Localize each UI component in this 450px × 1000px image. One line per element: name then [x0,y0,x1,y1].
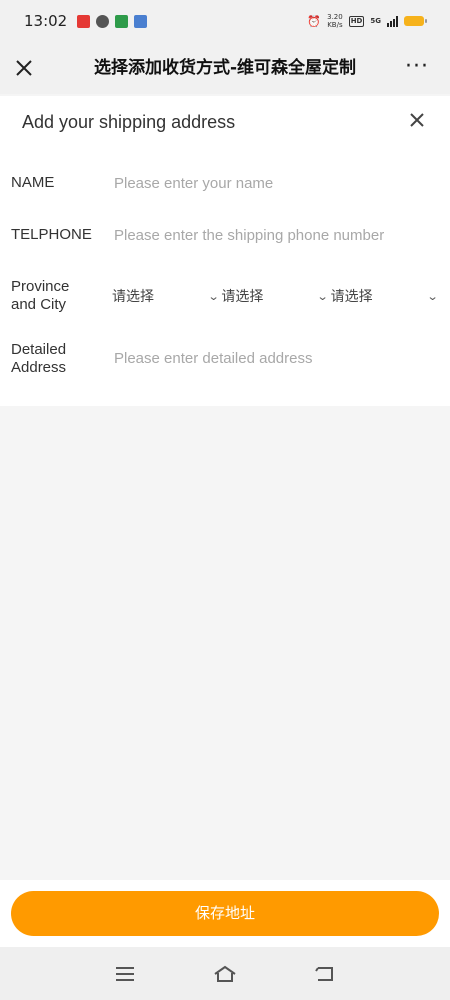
close-icon[interactable] [12,54,36,82]
phone-label: TELPHONE [11,226,92,243]
region-label-line1: Province [11,278,70,295]
status-time: 13:02 [24,12,68,30]
alarm-icon: ⏰ [307,14,322,28]
status-right: ⏰ 3.20 KB/s HD 5G [307,13,427,29]
region-label-line2: and City [11,296,67,313]
network-speed-unit: KB/s [327,21,343,29]
home-icon[interactable] [210,961,240,987]
bottom-action-area: 保存地址 [0,880,450,947]
city-select-value: 请选择 [221,289,264,305]
chevron-down-icon: ⌄ [426,289,439,303]
form-header: Add your shipping address [0,96,450,152]
network-speed-value: 3.20 [327,13,343,21]
more-icon[interactable]: ··· [402,54,432,82]
hd-icon: HD [348,15,365,27]
phone-input[interactable] [114,224,436,246]
wechat-notification-icon [115,14,129,28]
status-bar: 13:02 ⏰ 3.20 KB/s HD 5G [0,0,450,42]
page-title: 选择添加收货方式-维可森全屋定制 [93,58,357,78]
back-icon[interactable] [310,961,340,987]
chevron-down-icon: ⌄ [317,289,330,303]
address-input[interactable] [114,347,436,369]
menu-icon[interactable] [110,961,140,987]
name-input[interactable] [114,172,436,194]
system-nav-bar [0,947,450,1000]
address-label: Detailed Address [11,341,66,377]
chevron-down-icon: ⌄ [207,289,220,303]
name-label: NAME [11,174,55,191]
battery-icon [404,16,427,26]
region-selects: 请选择 ⌄ 请选择 ⌄ 请选择 ⌄ [112,285,440,307]
app-notification-icon [77,14,91,28]
address-label-line1: Detailed [11,341,67,358]
region-label: Province and City [11,278,69,314]
province-select[interactable]: 请选择 ⌄ [112,285,221,307]
app2-notification-icon [134,14,148,28]
status-left: 13:02 [24,12,148,30]
district-select[interactable]: 请选择 ⌄ [331,285,440,307]
form-close-icon[interactable] [406,108,428,132]
title-bar: 选择添加收货方式-维可森全屋定制 ··· [0,42,450,94]
signal-label: 5G [370,17,381,25]
message-notification-icon [96,14,110,28]
district-select-value: 请选择 [330,289,373,305]
form-heading: Add your shipping address [22,112,236,132]
address-form-card: Add your shipping address NAME TELPHONE … [0,96,450,406]
save-address-button[interactable]: 保存地址 [11,891,439,936]
city-select[interactable]: 请选择 ⌄ [221,285,330,307]
network-speed: 3.20 KB/s [327,13,343,29]
province-select-value: 请选择 [112,289,154,305]
address-label-line2: Address [11,359,67,376]
signal-icon [387,15,398,27]
